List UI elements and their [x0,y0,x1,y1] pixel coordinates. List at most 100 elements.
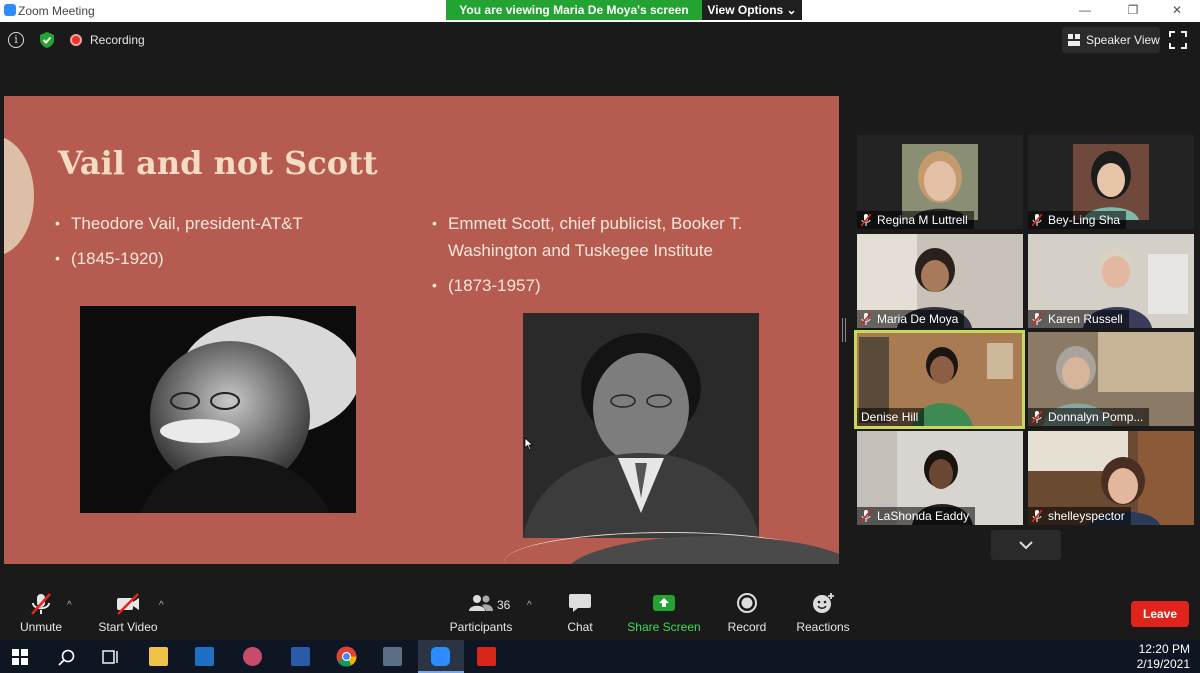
outlook-icon [195,647,214,666]
participant-name: Bey-Ling Sha [1028,211,1127,229]
chrome-icon [336,646,357,667]
calculator-icon [383,647,402,666]
chat-button[interactable]: Chat [556,586,604,638]
muted-mic-icon [1032,313,1042,325]
meeting-info-icon[interactable]: i [8,32,24,48]
windows-taskbar: 12:20 PM 2/19/2021 [0,640,1200,673]
video-tile[interactable]: shelleyspector [1028,431,1194,525]
word-taskbar-icon[interactable] [280,640,320,673]
muted-mic-icon [861,214,871,226]
start-video-label: Start Video [98,620,158,634]
word-icon [291,647,310,666]
zoom-app-icon [4,4,16,16]
record-icon [737,593,757,613]
window-title: Zoom Meeting [18,4,95,18]
participant-name: shelleyspector [1028,507,1131,525]
leave-button[interactable]: Leave [1131,601,1189,627]
viewing-screen-label: You are viewing Maria De Moya's screen [446,0,702,20]
muted-mic-icon [1032,214,1042,226]
speaker-view-label: Speaker View [1086,33,1160,47]
video-tile[interactable]: Maria De Moya [857,234,1023,328]
file-explorer-taskbar-icon[interactable] [138,640,178,673]
zoom-taskbar-icon[interactable] [418,640,464,673]
meeting-toolbar: Unmute ^ Start Video ^ Participants 36 ^ [0,586,1200,638]
participants-count: 36 [497,598,511,612]
muted-mic-icon [31,593,51,615]
participants-icon [469,595,493,611]
video-off-icon [117,593,139,615]
slide-bullet: Theodore Vail, president-AT&T [55,210,401,237]
video-tile[interactable]: Regina M Luttrell [857,135,1023,229]
video-tile-active-speaker[interactable]: Denise Hill [854,330,1025,429]
chat-icon [569,594,591,612]
gallery-next-page-button[interactable] [991,530,1061,560]
clock-time: 12:20 PM [1138,642,1190,656]
participants-options-caret[interactable]: ^ [527,600,532,611]
calculator-taskbar-icon[interactable] [372,640,412,673]
search-button[interactable] [46,640,86,673]
chrome-taskbar-icon[interactable] [326,640,366,673]
audio-options-caret[interactable]: ^ [67,600,72,611]
restore-button[interactable]: ❐ [1110,0,1156,22]
chat-label: Chat [567,620,593,634]
unmute-label: Unmute [19,620,63,634]
fullscreen-icon[interactable] [1168,30,1188,50]
slide-bullet: (1873-1957) [432,272,778,299]
reactions-icon [813,593,834,613]
chevron-down-icon [1019,541,1033,550]
participants-label: Participants [449,620,513,634]
zoom-icon [431,647,450,666]
participant-name: Denise Hill [857,408,925,426]
video-options-caret[interactable]: ^ [159,600,164,611]
muted-mic-icon [1032,510,1042,522]
task-view-icon [102,650,118,664]
speaker-view-button[interactable]: Speaker View [1062,27,1160,53]
muted-mic-icon [861,313,871,325]
video-tile[interactable]: Donnalyn Pomp... [1028,332,1194,426]
system-clock[interactable]: 12:20 PM 2/19/2021 [1137,642,1190,672]
muted-mic-icon [1032,411,1042,423]
participant-name: Donnalyn Pomp... [1028,408,1150,426]
participant-name: Maria De Moya [857,310,965,328]
record-button[interactable]: Record [722,586,772,638]
outlook-taskbar-icon[interactable] [184,640,224,673]
start-video-button[interactable]: Start Video [94,586,162,638]
clock-date: 2/19/2021 [1136,657,1190,671]
windows-logo-icon [12,649,28,665]
screen-share-banner: You are viewing Maria De Moya's screen V… [446,0,802,20]
acrobat-taskbar-icon[interactable] [466,640,506,673]
close-button[interactable]: ✕ [1154,0,1200,22]
slide-bullet: (1845-1920) [55,245,401,272]
video-tile[interactable]: LaShonda Eaddy [857,431,1023,525]
snipping-tool-icon [243,647,262,666]
speaker-view-icon [1068,34,1080,46]
split-resize-handle[interactable] [842,318,846,342]
start-button[interactable] [0,640,40,673]
participant-name: Karen Russell [1028,310,1129,328]
acrobat-icon [477,647,496,666]
task-view-button[interactable] [90,640,130,673]
participant-name: LaShonda Eaddy [857,507,976,525]
reactions-label: Reactions [796,620,850,634]
slide-title: Vail and not Scott [58,144,378,182]
slide-bullet: Emmett Scott, chief publicist, Booker T.… [432,210,778,264]
shared-slide: Vail and not Scott Theodore Vail, presid… [4,96,839,564]
video-tile[interactable]: Bey-Ling Sha [1028,135,1194,229]
share-screen-button[interactable]: Share Screen [624,586,704,638]
reactions-button[interactable]: Reactions [792,586,854,638]
video-tile[interactable]: Karen Russell [1028,234,1194,328]
encryption-shield-icon[interactable] [38,31,56,49]
search-icon [58,649,75,666]
participants-button[interactable]: Participants [447,586,515,638]
snipping-tool-taskbar-icon[interactable] [232,640,272,673]
share-screen-label: Share Screen [627,620,701,634]
muted-mic-icon [861,510,871,522]
record-label: Record [727,620,767,634]
view-options-button[interactable]: View Options ⌄ [702,0,802,20]
unmute-button[interactable]: Unmute [10,586,72,638]
mouse-cursor-icon [524,437,534,451]
minimize-button[interactable]: — [1062,0,1108,22]
portrait-emmett-scott [523,313,759,538]
recording-dot-icon [70,34,82,46]
share-screen-icon [653,595,675,611]
